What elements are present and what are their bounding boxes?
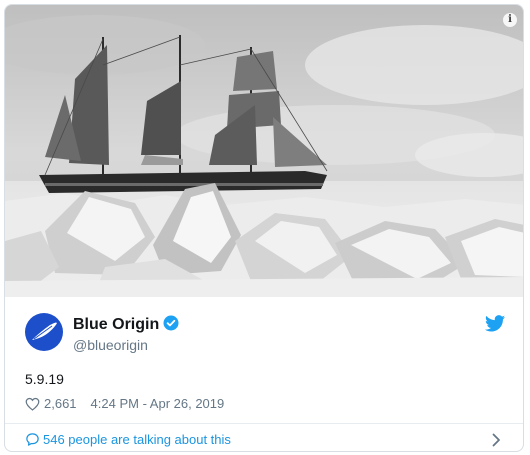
tweet-card[interactable]: i Blue Origin @blueorigin 5.9.19 2,661 4…: [4, 4, 524, 452]
conversation-link[interactable]: 546 people are talking about this: [5, 424, 523, 451]
handle[interactable]: @blueorigin: [73, 337, 179, 353]
tweet-photo[interactable]: i: [5, 5, 523, 297]
verified-badge-icon: [163, 315, 179, 331]
avatar[interactable]: [25, 313, 63, 351]
ship-in-ice-photo: [5, 5, 523, 297]
info-icon[interactable]: i: [503, 13, 517, 27]
timestamp[interactable]: 4:24 PM - Apr 26, 2019: [91, 396, 225, 411]
like-count[interactable]: 2,661: [44, 396, 77, 411]
tweet-text: 5.9.19: [25, 371, 64, 387]
twitter-bird-icon[interactable]: [485, 315, 505, 332]
blue-origin-feather-logo: [32, 322, 57, 340]
tweet-meta: 2,661 4:24 PM - Apr 26, 2019: [25, 396, 224, 411]
speech-bubble-icon: [26, 433, 39, 446]
tweet-header: Blue Origin @blueorigin: [25, 313, 505, 357]
display-name[interactable]: Blue Origin: [73, 316, 159, 333]
talking-about-text[interactable]: 546 people are talking about this: [43, 432, 231, 447]
author-names[interactable]: Blue Origin @blueorigin: [73, 315, 179, 353]
chevron-right-icon[interactable]: [492, 433, 501, 447]
heart-icon[interactable]: [25, 397, 40, 411]
